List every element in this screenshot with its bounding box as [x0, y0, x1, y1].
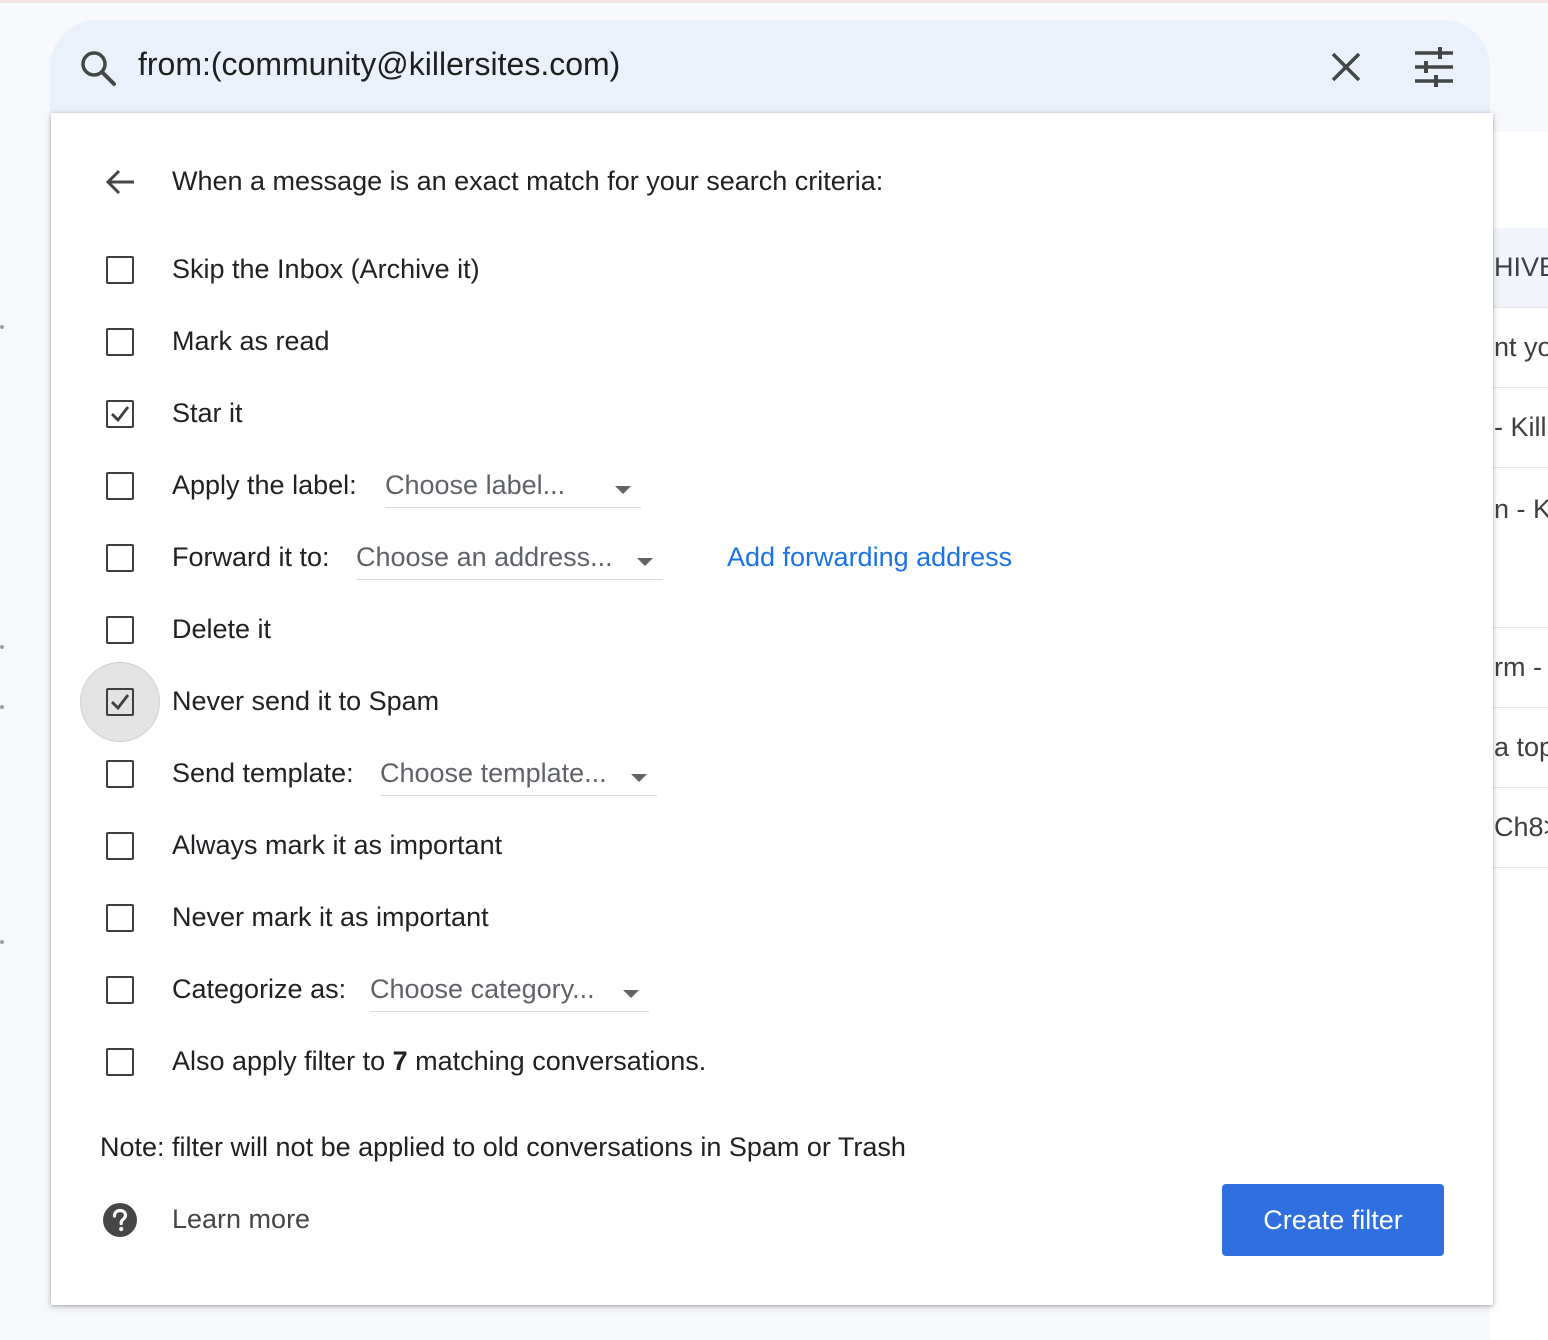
search-icon[interactable] — [78, 48, 118, 88]
skip-inbox-checkbox[interactable] — [80, 240, 160, 300]
option-label: Never mark it as important — [172, 902, 489, 932]
category-select[interactable]: Choose category... — [370, 968, 649, 1012]
option-never-spam: Never send it to Spam — [0, 662, 1548, 742]
option-label: Forward it to: — [172, 542, 330, 572]
learn-more-link[interactable]: Learn more — [172, 1204, 310, 1235]
option-label: Mark as read — [172, 326, 330, 356]
option-label: Send template: — [172, 758, 354, 788]
matching-count: 7 — [392, 1046, 408, 1076]
option-star: Star it — [0, 384, 1548, 444]
chevron-down-icon — [631, 774, 647, 782]
option-label: Skip the Inbox (Archive it) — [172, 254, 480, 284]
star-checkbox[interactable] — [80, 384, 160, 444]
option-also-apply: Also apply filter to 7 matching conversa… — [0, 1032, 1548, 1092]
select-value: Choose template... — [380, 758, 607, 788]
chevron-down-icon — [623, 990, 639, 998]
option-send-template: Send template: Choose template... — [0, 744, 1548, 804]
option-label: Never send it to Spam — [172, 686, 440, 716]
option-skip-inbox: Skip the Inbox (Archive it) — [0, 240, 1548, 300]
search-options-icon[interactable] — [1412, 45, 1456, 89]
option-label: Delete it — [172, 614, 272, 644]
never-important-checkbox[interactable] — [80, 888, 160, 948]
option-label: Apply the label: — [172, 470, 357, 500]
filter-note: Note: filter will not be applied to old … — [100, 1132, 906, 1162]
also-apply-prefix: Also apply filter to — [172, 1046, 393, 1076]
label-select[interactable]: Choose label... — [385, 464, 641, 508]
chevron-down-icon — [637, 558, 653, 566]
help-icon[interactable] — [102, 1202, 138, 1238]
option-label: Star it — [172, 398, 243, 428]
mark-read-checkbox[interactable] — [80, 312, 160, 372]
categorize-checkbox[interactable] — [80, 960, 160, 1020]
select-value: Choose an address... — [356, 542, 613, 572]
option-label: Categorize as: — [172, 974, 347, 1004]
delete-checkbox[interactable] — [80, 600, 160, 660]
option-forward: Forward it to: Choose an address... Add … — [0, 528, 1548, 588]
option-label: Also apply filter to 7 matching conversa… — [172, 1046, 706, 1077]
forward-address-select[interactable]: Choose an address... — [356, 536, 663, 580]
also-apply-checkbox[interactable] — [80, 1032, 160, 1092]
select-value: Choose category... — [370, 974, 595, 1004]
also-apply-suffix: matching conversations. — [407, 1046, 707, 1076]
create-filter-button[interactable]: Create filter — [1222, 1184, 1444, 1256]
close-icon[interactable] — [1326, 47, 1366, 87]
option-always-important: Always mark it as important — [0, 816, 1548, 876]
option-mark-read: Mark as read — [0, 312, 1548, 372]
option-apply-label: Apply the label: Choose label... — [0, 456, 1548, 516]
option-delete: Delete it — [0, 600, 1548, 660]
never-spam-checkbox[interactable] — [80, 662, 160, 742]
template-select[interactable]: Choose template... — [380, 752, 657, 796]
option-never-important: Never mark it as important — [0, 888, 1548, 948]
option-label: Always mark it as important — [172, 830, 503, 860]
checkmark-icon — [111, 406, 130, 423]
add-forwarding-address-link[interactable]: Add forwarding address — [727, 542, 1012, 573]
select-value: Choose label... — [385, 470, 566, 500]
send-template-checkbox[interactable] — [80, 744, 160, 804]
filter-criteria-heading: When a message is an exact match for you… — [172, 166, 884, 196]
forward-checkbox[interactable] — [80, 528, 160, 588]
apply-label-checkbox[interactable] — [80, 456, 160, 516]
chevron-down-icon — [615, 486, 631, 494]
option-categorize: Categorize as: Choose category... — [0, 960, 1548, 1020]
always-important-checkbox[interactable] — [80, 816, 160, 876]
top-border — [0, 0, 1548, 3]
search-input[interactable]: from:(community@killersites.com) — [138, 46, 620, 83]
checkmark-icon — [111, 694, 130, 711]
back-arrow-icon[interactable] — [104, 166, 136, 198]
